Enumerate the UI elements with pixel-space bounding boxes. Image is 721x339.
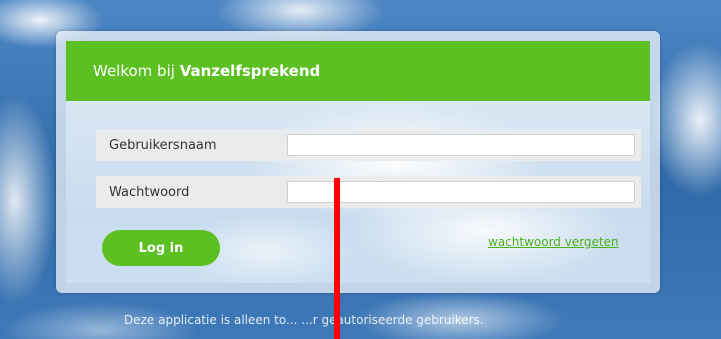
- welcome-prefix: Welkom bij: [93, 62, 180, 80]
- username-input[interactable]: [287, 134, 635, 156]
- password-row: Wachtwoord: [96, 176, 641, 208]
- forgot-password-link[interactable]: wachtwoord vergeten: [488, 235, 619, 249]
- brand-name: Vanzelfsprekend: [179, 62, 321, 80]
- password-label: Wachtwoord: [109, 185, 190, 200]
- welcome-title: Welkom bij Vanzelfsprekend: [93, 62, 320, 80]
- login-header: Welkom bij Vanzelfsprekend: [66, 41, 650, 101]
- username-label: Gebruikersnaam: [109, 138, 217, 153]
- username-row: Gebruikersnaam: [96, 129, 641, 161]
- login-button[interactable]: Log in: [102, 230, 220, 266]
- login-panel: Welkom bij Vanzelfsprekend Gebruikersnaa…: [56, 31, 660, 293]
- red-annotation-line: [334, 178, 340, 339]
- footer-notice: Deze applicatie is alleen to... ...r gea…: [124, 313, 484, 327]
- login-form: Gebruikersnaam Wachtwoord Log in wachtwo…: [66, 101, 650, 283]
